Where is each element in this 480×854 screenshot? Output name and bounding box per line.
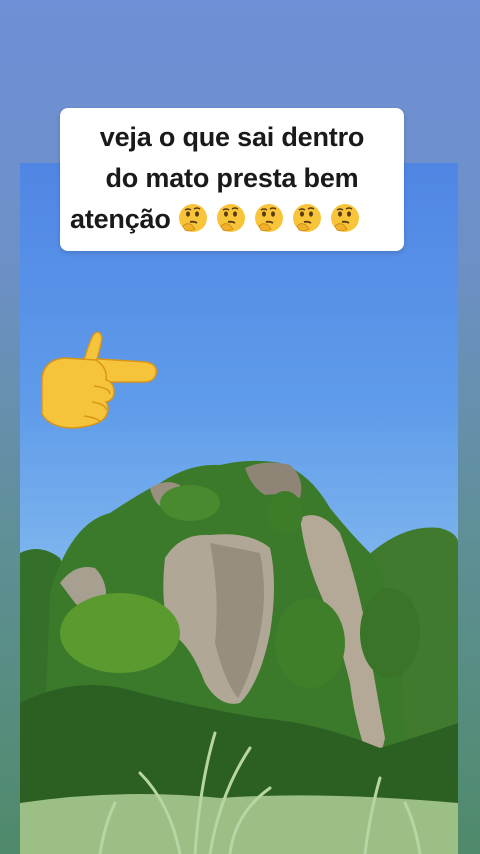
caption-line-3-text: atenção bbox=[70, 204, 171, 234]
thinking-face-icon bbox=[177, 202, 209, 234]
thinking-face-icon bbox=[215, 202, 247, 234]
pointing-hand-icon bbox=[34, 330, 160, 432]
cliff-landscape bbox=[20, 460, 458, 854]
caption-line-2: do mato presta bem bbox=[105, 163, 359, 193]
bush bbox=[267, 491, 303, 535]
bush bbox=[160, 485, 220, 521]
thinking-face-icon bbox=[291, 202, 323, 234]
bush bbox=[275, 598, 345, 688]
caption-box: veja o que sai dentro do mato presta bem… bbox=[60, 108, 404, 251]
caption-line-1: veja o que sai dentro bbox=[99, 122, 365, 152]
caption-line-3: atenção bbox=[68, 199, 396, 240]
thinking-face-icon bbox=[329, 202, 361, 234]
bush bbox=[60, 593, 180, 673]
bush bbox=[360, 588, 420, 678]
thinking-face-icon bbox=[253, 202, 285, 234]
background-photo bbox=[20, 163, 458, 854]
